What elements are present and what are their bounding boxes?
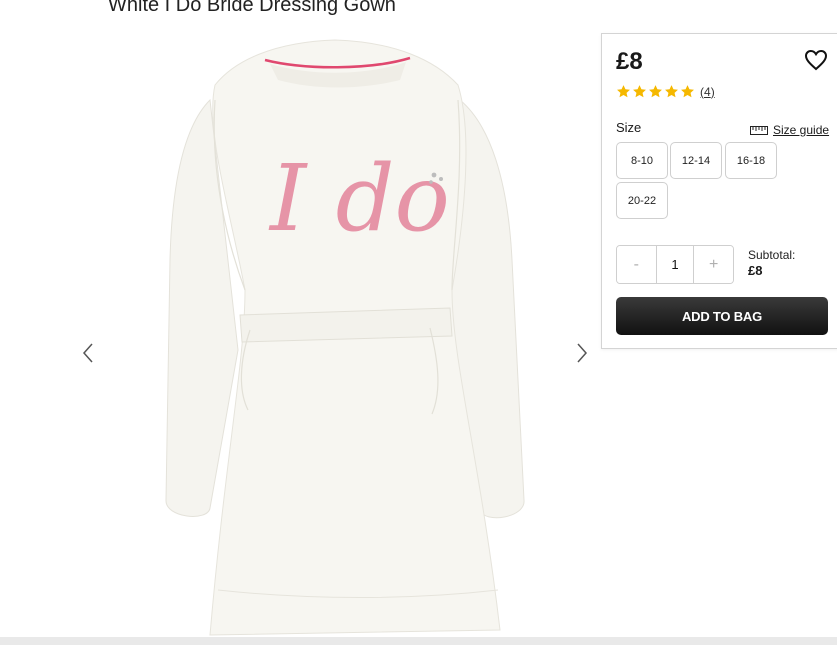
size-option-12-14[interactable]: 12-14 — [670, 142, 722, 179]
ruler-icon — [750, 125, 768, 135]
star-icon — [681, 85, 694, 98]
star-icon — [665, 85, 678, 98]
subtotal-label: Subtotal: — [748, 248, 796, 262]
subtotal: Subtotal: £8 — [748, 248, 795, 278]
chevron-right-icon — [577, 343, 588, 363]
previous-image-button[interactable] — [76, 339, 100, 367]
embroidery-text: I do — [268, 145, 450, 252]
page-footer-strip — [0, 637, 837, 645]
product-title: White I Do Bride Dressing Gown — [108, 0, 396, 16]
quantity-increase-button[interactable]: + — [694, 246, 733, 283]
star-icon — [649, 85, 662, 98]
rating-stars — [616, 84, 695, 99]
size-option-20-22[interactable]: 20-22 — [616, 182, 668, 219]
review-count: 4 — [704, 84, 711, 99]
review-count-link[interactable]: (4) — [700, 85, 715, 99]
star-icon — [617, 85, 630, 98]
chevron-left-icon — [82, 343, 93, 363]
subtotal-value: £8 — [748, 263, 763, 278]
product-image-gallery: I do — [60, 30, 605, 640]
purchase-panel: £8 (4) Size Size guide 8-10 12-14 16-18 … — [601, 33, 837, 349]
add-to-bag-button[interactable]: ADD TO BAG — [616, 297, 828, 335]
size-label: Size — [616, 120, 642, 135]
star-icon — [633, 85, 646, 98]
wishlist-button[interactable] — [804, 48, 828, 72]
product-price: £8 — [616, 48, 643, 75]
svg-text:I do: I do — [268, 145, 450, 252]
heart-outline-icon — [804, 49, 828, 71]
product-rating: (4) — [616, 84, 715, 99]
quantity-stepper: - 1 + — [616, 245, 734, 284]
next-image-button[interactable] — [570, 339, 594, 367]
size-guide-link[interactable]: Size guide — [750, 123, 829, 137]
quantity-value[interactable]: 1 — [655, 246, 695, 283]
size-option-16-18[interactable]: 16-18 — [725, 142, 777, 179]
product-image: I do — [165, 39, 525, 636]
size-option-8-10[interactable]: 8-10 — [616, 142, 668, 179]
size-guide-label: Size guide — [773, 123, 830, 137]
quantity-decrease-button[interactable]: - — [617, 246, 656, 283]
